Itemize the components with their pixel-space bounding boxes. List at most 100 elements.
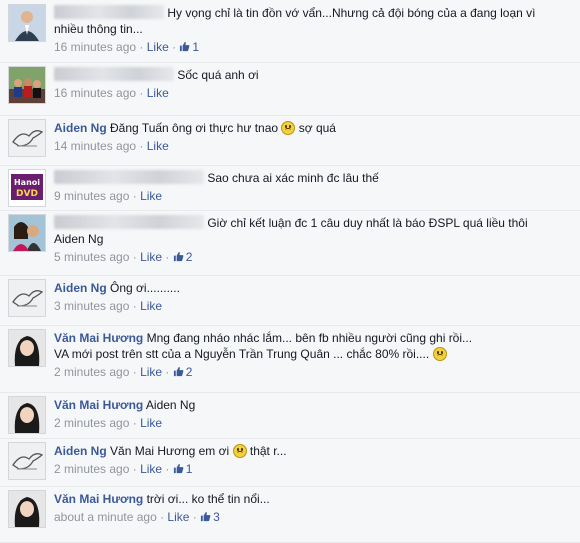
comment-line: Văn Mai Hương Aiden Ng [54,397,570,413]
avatar[interactable] [8,214,46,252]
like-link[interactable]: Like [140,250,162,264]
like-link[interactable]: Like [147,86,169,100]
like-count[interactable]: 2 [173,250,193,264]
timestamp[interactable]: 3 minutes ago [54,299,129,313]
avatar[interactable] [8,442,46,480]
comment-author-link[interactable]: Văn Mai Hương [54,398,143,412]
comment-meta: 14 minutes ago · Like [54,139,169,153]
comment-line-2: Aiden Ng [54,231,570,247]
like-count[interactable]: 1 [179,40,199,54]
comment-meta: 2 minutes ago · Like [54,416,163,430]
timestamp[interactable]: 2 minutes ago [54,416,129,430]
like-link[interactable]: Like [140,365,162,379]
comment-item: Văn Mai Hương trời ơi... ko thể tin nổi.… [0,486,580,543]
timestamp[interactable]: 14 minutes ago [54,139,136,153]
thumbs-up-icon [173,365,186,379]
like-link[interactable]: Like [140,416,162,430]
comment-author-link[interactable]: Văn Mai Hương [54,492,143,506]
like-count[interactable]: 3 [200,510,220,524]
timestamp[interactable]: 9 minutes ago [54,189,129,203]
comment-text: Đăng Tuấn ông ơi thực hư tnao [110,121,279,135]
comment-text: Mng đang nháo nhác lắm... bên fb nhiều n… [146,331,473,345]
like-link[interactable]: Like [140,462,162,476]
avatar[interactable] [8,490,46,528]
comment-item: Hanoi DVD Sao chưa ai xác minh đc lâu thế… [0,165,580,211]
comment-line: Văn Mai Hương Mng đang nháo nhác lắm... … [54,330,570,346]
timestamp[interactable]: 2 minutes ago [54,462,129,476]
comment-text: Aiden Ng [145,398,196,412]
comment-text: Ông ơi.......... [110,281,180,295]
comment-line: Aiden Ng Ông ơi.......... [54,280,570,296]
comment-text-continued: VA mới post trên stt của a Nguyễn Trần T… [54,347,430,361]
comment-meta: 2 minutes ago · Like · 2 [54,365,193,379]
comment-item: Văn Mai Hương Mng đang nháo nhác lắm... … [0,325,580,393]
like-link[interactable]: Like [147,139,169,153]
comment-item: Hy vọng chỉ là tin đồn vớ vẩn...Nhưng cả… [0,0,580,63]
sad-face-icon [432,347,447,361]
avatar[interactable]: Hanoi DVD [8,169,46,207]
comment-author-link[interactable]: Văn Mai Hương [54,331,143,345]
like-link[interactable]: Like [167,510,189,524]
timestamp[interactable]: 5 minutes ago [54,250,129,264]
comment-meta: 16 minutes ago · Like · 1 [54,40,200,54]
comment-line: Văn Mai Hương trời ơi... ko thể tin nổi.… [54,491,570,507]
avatar[interactable] [8,4,46,42]
timestamp[interactable]: about a minute ago [54,510,157,524]
thumbs-up-icon [179,40,192,54]
comment-text: trời ơi... ko thể tin nổi... [146,492,270,506]
comment-item: Aiden Ng Ông ơi.......... 3 minutes ago ·… [0,275,580,326]
timestamp[interactable]: 16 minutes ago [54,86,136,100]
like-link[interactable]: Like [140,299,162,313]
comment-author-link[interactable]: Aiden Ng [54,121,107,135]
comment-text: Giờ chỉ kết luận đc 1 câu duy nhất là bá… [207,216,528,230]
comment-item: Aiden Ng Đăng Tuấn ông ơi thực hư tnao s… [0,115,580,166]
like-count-value: 1 [185,462,193,476]
comment-body: Hy vọng chỉ là tin đồn vớ vẩn...Nhưng cả… [54,5,570,55]
comment-meta: 9 minutes ago · Like [54,189,163,203]
like-link[interactable]: Like [140,189,162,203]
comment-line: Giờ chỉ kết luận đc 1 câu duy nhất là bá… [54,215,570,231]
avatar[interactable] [8,329,46,367]
comment-body: Sao chưa ai xác minh đc lâu thế 9 minutes… [54,170,570,204]
thumbs-up-icon [173,250,186,264]
comment-text-continued: nhiều thông tin... [54,22,143,36]
avatar[interactable] [8,66,46,104]
comment-item: Giờ chỉ kết luận đc 1 câu duy nhất là bá… [0,210,580,276]
timestamp[interactable]: 2 minutes ago [54,365,129,379]
comment-item: Sốc quá anh ơi 16 minutes ago · Like [0,62,580,116]
like-count-value: 3 [213,510,220,524]
comment-line-2: nhiều thông tin... [54,21,570,37]
like-count-value: 2 [185,365,193,379]
sad-face-icon [281,121,296,135]
comment-meta: 16 minutes ago · Like [54,86,169,100]
avatar[interactable] [8,279,46,317]
redacted-author-name [54,170,204,184]
avatar[interactable] [8,119,46,157]
comment-thread: Hy vọng chỉ là tin đồn vớ vẩn...Nhưng cả… [0,0,580,543]
comment-body: Văn Mai Hương Mng đang nháo nhác lắm... … [54,330,570,380]
like-count[interactable]: 2 [173,365,193,379]
comment-text: Hy vọng chỉ là tin đồn vớ vẩn...Nhưng cả… [167,6,536,20]
redacted-author-name [54,67,174,81]
comment-line-2: VA mới post trên stt của a Nguyễn Trần T… [54,346,570,362]
avatar[interactable] [8,396,46,434]
comment-meta: about a minute ago · Like · 3 [54,510,220,524]
comment-line: Sốc quá anh ơi [54,67,570,83]
comment-item: Văn Mai Hương Aiden Ng 2 minutes ago · Li… [0,392,580,439]
thumbs-up-icon [173,462,186,476]
comment-body: Sốc quá anh ơi 16 minutes ago · Like [54,67,570,101]
comment-text-continued: Aiden Ng [54,232,104,246]
timestamp[interactable]: 16 minutes ago [54,40,136,54]
comment-author-link[interactable]: Aiden Ng [54,281,107,295]
like-link[interactable]: Like [147,40,169,54]
comment-meta: 2 minutes ago · Like · 1 [54,462,193,476]
comment-body: Giờ chỉ kết luận đc 1 câu duy nhất là bá… [54,215,570,265]
like-count[interactable]: 1 [173,462,193,476]
comment-author-link[interactable]: Aiden Ng [54,444,107,458]
comment-line: Hy vọng chỉ là tin đồn vớ vẩn...Nhưng cả… [54,5,570,21]
svg-text:DVD: DVD [16,189,38,199]
thumbs-up-icon [200,510,213,524]
comment-text: Sao chưa ai xác minh đc lâu thế [207,171,379,185]
like-count-value: 2 [185,250,193,264]
comment-body: Aiden Ng Đăng Tuấn ông ơi thực hư tnao s… [54,120,570,154]
